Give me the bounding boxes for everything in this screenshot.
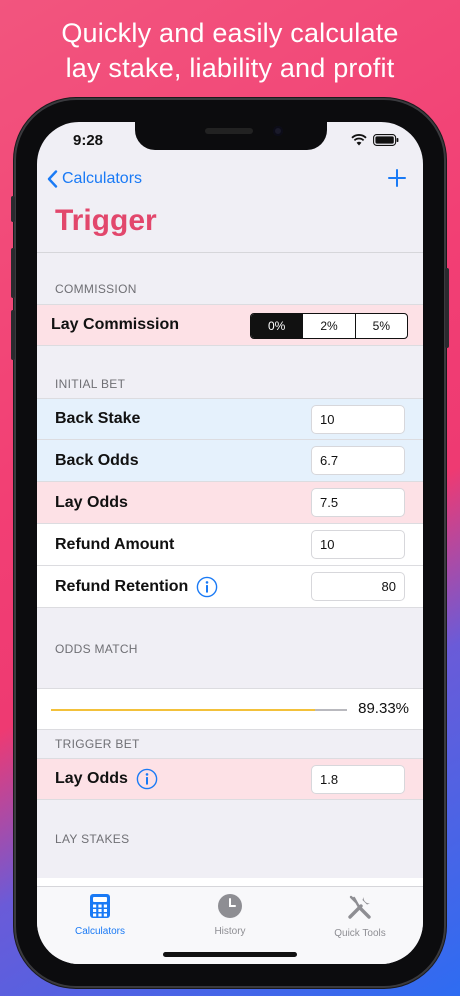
promo-headline-line-1: Quickly and easily calculate xyxy=(61,18,399,48)
refund-amount-row: Refund Amount 10 xyxy=(37,524,423,566)
mute-switch xyxy=(11,196,15,222)
calculator-icon xyxy=(90,894,110,918)
trigger-lay-odds-label: Lay Odds xyxy=(55,768,158,790)
speaker xyxy=(205,128,253,134)
commission-row: Lay Commission 0% 2% 5% xyxy=(37,304,423,346)
odds-match-row: 89.33% xyxy=(37,688,423,730)
add-button[interactable] xyxy=(387,168,407,193)
chevron-left-icon xyxy=(47,170,58,188)
section-header-commission: COMMISSION xyxy=(55,282,137,296)
header-divider xyxy=(37,252,423,253)
status-time: 9:28 xyxy=(73,132,104,149)
commission-label: Lay Commission xyxy=(51,316,180,333)
refund-amount-label: Refund Amount xyxy=(55,535,175,553)
commission-option-2[interactable]: 2% xyxy=(302,314,354,338)
back-odds-row: Back Odds 6.7 xyxy=(37,440,423,482)
tools-icon xyxy=(348,895,371,919)
refund-retention-row: Refund Retention 80 xyxy=(37,566,423,608)
home-indicator[interactable] xyxy=(163,952,297,957)
page-title: Trigger xyxy=(55,204,157,237)
promo-headline: Quickly and easily calculate lay stake, … xyxy=(0,16,460,86)
tab-history[interactable]: History xyxy=(175,893,285,937)
back-stake-label: Back Stake xyxy=(55,410,141,427)
battery-icon xyxy=(373,134,399,146)
lay-odds-label: Lay Odds xyxy=(55,493,128,511)
refund-amount-input[interactable]: 10 xyxy=(311,530,405,559)
odds-match-value: 89.33% xyxy=(358,700,409,717)
clock-icon xyxy=(218,894,242,918)
trigger-lay-odds-input[interactable]: 1.8 xyxy=(311,765,405,794)
back-odds-label: Back Odds xyxy=(55,451,139,469)
back-button-label: Calculators xyxy=(62,170,143,187)
notch xyxy=(135,122,327,150)
section-header-trigger-bet: TRIGGER BET xyxy=(55,737,140,751)
tab-quick-tools[interactable]: Quick Tools xyxy=(305,893,415,939)
front-camera xyxy=(273,126,283,136)
wifi-icon xyxy=(351,134,367,146)
volume-down-button xyxy=(11,310,15,360)
trigger-lay-odds-row: Lay Odds 1.8 xyxy=(37,758,423,800)
refund-retention-input[interactable]: 80 xyxy=(311,572,405,601)
volume-up-button xyxy=(11,248,15,298)
section-header-initial-bet: INITIAL BET xyxy=(55,377,126,391)
refund-retention-text: Refund Retention xyxy=(55,577,189,595)
power-button xyxy=(445,268,449,348)
section-header-lay-stakes: LAY STAKES xyxy=(55,832,130,846)
status-icons xyxy=(351,134,399,146)
odds-match-bar-fill xyxy=(51,709,316,711)
tab-history-label: History xyxy=(214,926,246,937)
app-screen: 9:28 Calculators Trigger COMMISSION Lay … xyxy=(37,122,423,964)
section-header-odds-match: ODDS MATCH xyxy=(55,642,138,656)
commission-segmented-control[interactable]: 0% 2% 5% xyxy=(250,313,408,339)
back-stake-input[interactable]: 10 xyxy=(311,405,405,434)
commission-option-0[interactable]: 0% xyxy=(251,314,303,338)
tab-calculators[interactable]: Calculators xyxy=(45,893,155,937)
lay-odds-input[interactable]: 7.5 xyxy=(311,488,405,517)
back-button[interactable]: Calculators xyxy=(47,170,142,188)
tab-calculators-label: Calculators xyxy=(74,926,126,937)
commission-option-5[interactable]: 5% xyxy=(354,314,407,338)
back-odds-input[interactable]: 6.7 xyxy=(311,446,405,475)
plus-icon xyxy=(388,169,406,187)
info-icon[interactable] xyxy=(136,768,158,790)
tab-quick-tools-label: Quick Tools xyxy=(334,928,386,939)
odds-match-bar xyxy=(51,709,347,711)
lay-odds-row: Lay Odds 7.5 xyxy=(37,482,423,524)
promo-headline-line-2: lay stake, liability and profit xyxy=(65,53,395,83)
trigger-lay-odds-text: Lay Odds xyxy=(55,770,128,787)
phone-frame: 9:28 Calculators Trigger COMMISSION Lay … xyxy=(11,98,449,988)
refund-retention-label: Refund Retention xyxy=(55,576,218,598)
info-icon[interactable] xyxy=(196,576,218,598)
back-stake-row: Back Stake 10 xyxy=(37,398,423,440)
